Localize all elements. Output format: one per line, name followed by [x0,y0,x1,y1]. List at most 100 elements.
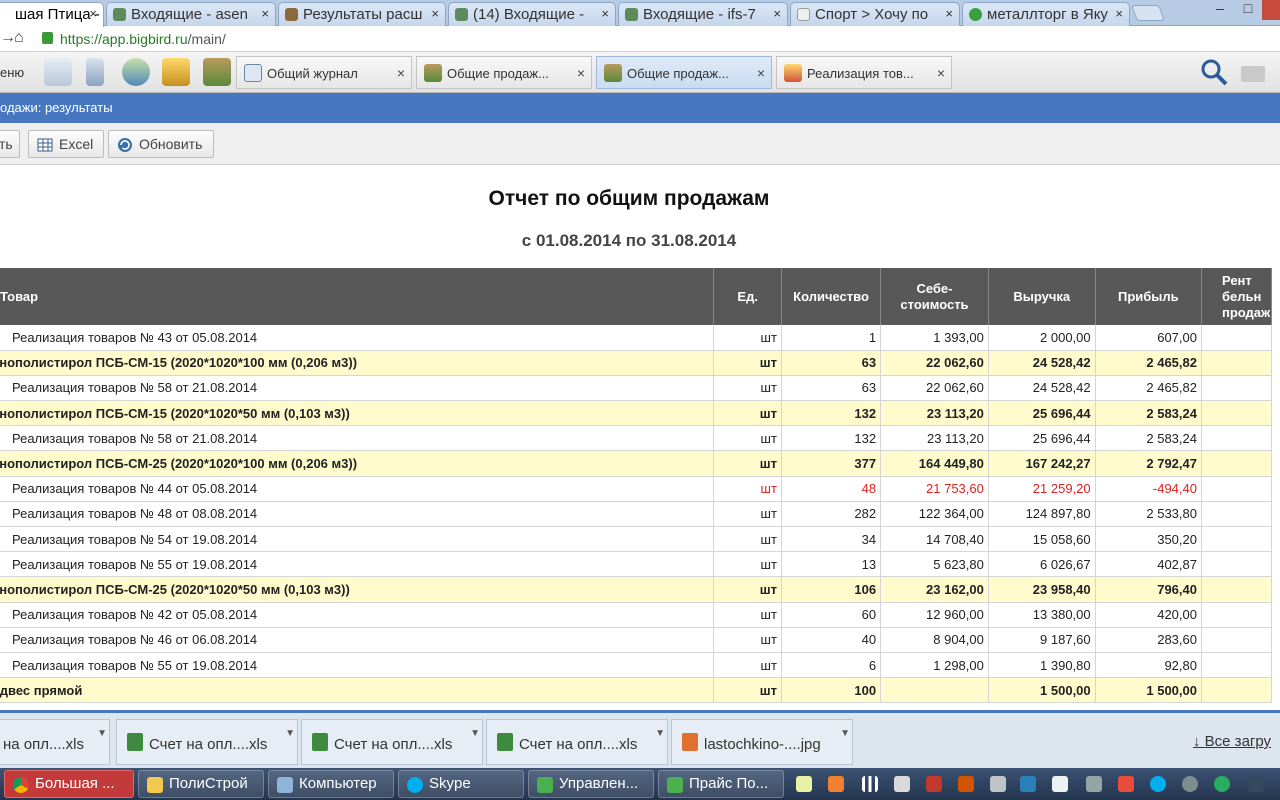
sales-icon[interactable] [203,58,231,86]
table-row[interactable]: Реализация товаров № 46 от 06.08.2014 шт 4… [0,627,1273,653]
flag-icon[interactable] [926,776,942,792]
col-unit[interactable]: Ед. [713,268,782,325]
table-row[interactable]: одвес прямой шт 100 1 500,00 1 500,00 [0,677,1273,704]
usb-icon[interactable] [1086,776,1102,792]
browser-tab-metaltorg[interactable]: металлторг в Яку × [962,2,1130,26]
new-tab-button[interactable] [1131,5,1165,21]
catalog-icon[interactable] [162,58,190,86]
col-margin[interactable]: Рент бельн продаж [1201,268,1273,325]
table-row[interactable]: Реализация товаров № 48 от 08.08.2014 шт 2… [0,501,1273,528]
search-favicon-icon [969,8,982,21]
url-field[interactable]: https://app.bigbird.ru/main/ [60,31,226,47]
close-icon[interactable]: × [397,65,405,81]
browser-tab-inbox-2[interactable]: (14) Входящие - × [448,2,616,26]
table-row[interactable]: Реализация товаров № 55 от 19.08.2014 шт 1… [0,551,1273,578]
close-icon[interactable]: × [431,6,439,21]
excel-button[interactable]: Excel [28,130,104,158]
download-item[interactable]: Счет на опл....xls ▼ [301,719,483,765]
table-row[interactable]: енополистирол ПСБ-СМ-15 (2020*1020*50 мм… [0,400,1273,427]
tab-general-journal[interactable]: Общий журнал × [236,56,412,89]
antivirus-icon[interactable] [1118,776,1134,792]
spreadsheet-icon [537,777,553,793]
calculator-icon[interactable] [86,58,104,86]
menu-button[interactable]: еню [0,65,24,80]
col-revenue[interactable]: Выручка [988,268,1096,325]
taskbar-item-folder[interactable]: ПолиСтрой [138,770,264,798]
network-icon[interactable] [1020,776,1036,792]
mail-icon[interactable] [1241,66,1265,82]
download-item[interactable]: Счет на опл....xls ▼ [486,719,668,765]
speaker-icon[interactable] [1052,776,1068,792]
browser-tab-inbox-3[interactable]: Входящие - ifs-7 × [618,2,788,26]
table-row[interactable]: Реализация товаров № 58 от 21.08.2014 шт 1… [0,425,1273,452]
close-icon[interactable]: × [1115,6,1123,21]
close-icon[interactable]: × [773,6,781,21]
print-button[interactable]: ть [0,130,20,158]
tab-general-sales-2[interactable]: Общие продаж... × [596,56,772,89]
app-tray-icon[interactable] [828,776,844,792]
taskbar-item-skype[interactable]: Skype [398,770,524,798]
table-row[interactable]: Реализация товаров № 58 от 21.08.2014 шт 6… [0,375,1273,402]
close-icon[interactable]: × [601,6,609,21]
col-cost[interactable]: Себе-стоимость [880,268,989,325]
table-row[interactable]: Реализация товаров № 54 от 19.08.2014 шт 3… [0,526,1273,553]
maximize-icon[interactable]: □ [1234,0,1262,20]
close-icon[interactable]: × [757,65,765,81]
taskbar-item-pricelist[interactable]: Прайс По... [658,770,784,798]
monitor-icon[interactable] [990,776,1006,792]
status-icon[interactable] [1214,776,1230,792]
col-product[interactable]: Товар [0,268,715,325]
table-row[interactable]: Реализация товаров № 44 от 05.08.2014 шт 4… [0,476,1273,502]
close-icon[interactable]: × [261,6,269,21]
table-row[interactable]: Реализация товаров № 43 от 05.08.2014 шт 1… [0,325,1273,351]
row-unit: шт [713,501,782,528]
col-profit[interactable]: Прибыль [1095,268,1202,325]
browser-tab-inbox-1[interactable]: Входящие - asen × [106,2,276,26]
notes-icon[interactable] [796,776,812,792]
search-icon[interactable] [1200,58,1228,86]
close-icon[interactable]: × [945,6,953,21]
table-row[interactable]: енополистирол ПСБ-СМ-25 (2020*1020*50 мм… [0,576,1273,603]
documents-icon[interactable] [44,58,72,86]
minimize-icon[interactable]: – [1206,0,1234,20]
refresh-button[interactable]: Обновить [108,130,214,158]
tab-goods-sale[interactable]: Реализация тов... × [776,56,952,89]
signal-icon[interactable] [862,776,878,792]
chevron-down-icon[interactable]: ▼ [97,728,107,739]
window-close-button[interactable] [1262,0,1280,20]
row-cost: 5 623,80 [880,551,989,578]
browser-tab-bigbird[interactable]: шая Птица - × [0,2,104,27]
all-downloads-link[interactable]: ↓ Все загру [1193,733,1271,750]
download-item[interactable]: Счет на опл....xls ▼ [116,719,298,765]
tools-icon[interactable] [1182,776,1198,792]
close-icon[interactable]: × [89,6,97,21]
chevron-down-icon[interactable]: ▼ [470,728,480,739]
taskbar-item-manager[interactable]: Управлен... [528,770,654,798]
table-row[interactable]: енополистирол ПСБ-СМ-15 (2020*1020*100 м… [0,350,1273,376]
home-icon[interactable]: ⌂ [14,29,24,47]
taskbar-item-computer[interactable]: Компьютер [268,770,394,798]
chevron-down-icon[interactable]: ▼ [840,728,850,739]
app-toolbar: еню Общий журнал × Общие продаж... × Общ… [0,52,1280,93]
printer-icon[interactable] [894,776,910,792]
chevron-down-icon[interactable]: ▼ [655,728,665,739]
row-qty: 34 [781,526,882,553]
tab-general-sales-1[interactable]: Общие продаж... × [416,56,592,89]
taskbar-item-browser[interactable]: Большая ... [4,770,134,798]
volume-icon[interactable] [958,776,974,792]
close-icon[interactable]: × [937,65,945,81]
table-row[interactable]: Реализация товаров № 55 от 19.08.2014 шт 6… [0,652,1273,679]
close-icon[interactable]: × [577,65,585,81]
browser-tab-sport[interactable]: Спорт > Хочу по × [790,2,960,26]
grid-icon[interactable] [1248,776,1264,792]
row-revenue: 25 696,44 [988,425,1096,452]
skype-tray-icon[interactable] [1150,776,1166,792]
chevron-down-icon[interactable]: ▼ [285,728,295,739]
download-item[interactable]: lastochkino-....jpg ▼ [671,719,853,765]
users-icon[interactable] [122,58,150,86]
table-row[interactable]: енополистирол ПСБ-СМ-25 (2020*1020*100 м… [0,450,1273,477]
browser-tab-search-results[interactable]: Результаты расш × [278,2,446,26]
table-row[interactable]: Реализация товаров № 42 от 05.08.2014 шт 6… [0,602,1273,628]
download-item[interactable]: на опл....xls ▼ [0,719,110,765]
col-qty[interactable]: Количество [781,268,882,325]
